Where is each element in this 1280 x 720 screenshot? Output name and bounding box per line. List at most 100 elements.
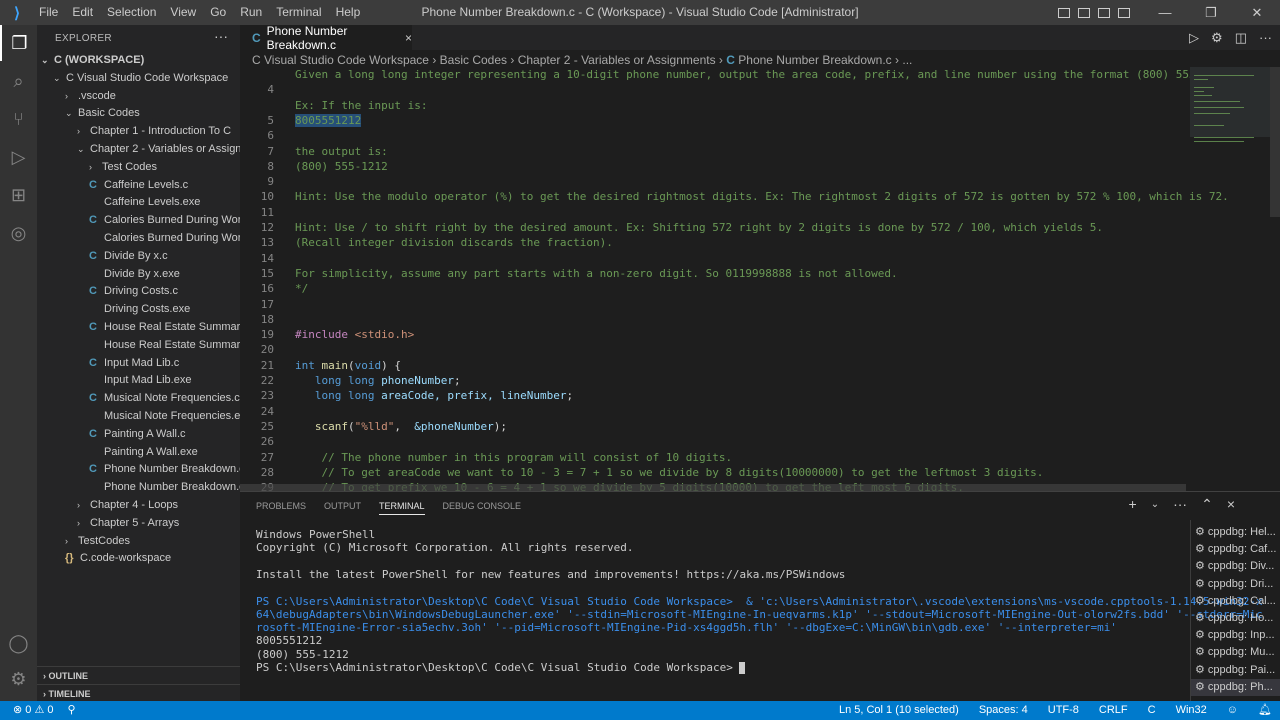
encoding[interactable]: UTF-8: [1048, 701, 1079, 720]
remote-explorer-icon[interactable]: ◎: [0, 215, 37, 251]
tree-item[interactable]: › Chapter 1 - Introduction To C: [37, 122, 240, 140]
tree-item[interactable]: ⌄ Chapter 2 - Variables or Assignm...: [37, 140, 240, 158]
problems-status[interactable]: ⊗ 0 ⚠ 0: [13, 701, 54, 720]
end-of-line[interactable]: CRLF: [1099, 701, 1128, 720]
tree-item[interactable]: C Input Mad Lib.c: [37, 354, 240, 372]
close-panel-icon[interactable]: ×: [1227, 496, 1235, 513]
breadcrumb-workspace[interactable]: C Visual Studio Code Workspace: [252, 53, 429, 67]
more-actions-icon[interactable]: ···: [1173, 496, 1187, 513]
terminal-list-item[interactable]: ⚙ cppdbg: Caf...: [1191, 541, 1280, 558]
tree-item[interactable]: C Driving Costs.c: [37, 282, 240, 300]
run-debug-file-icon[interactable]: ▷: [1189, 30, 1199, 46]
toggle-sidebar-icon[interactable]: [1058, 7, 1070, 18]
tree-item[interactable]: ⌄ Basic Codes: [37, 104, 240, 122]
tree-item[interactable]: C Painting A Wall.c: [37, 425, 240, 443]
tree-item[interactable]: Calories Burned During Workou...: [37, 229, 240, 247]
debug-icon[interactable]: ⚲: [68, 701, 76, 720]
menu-file[interactable]: File: [32, 0, 65, 25]
terminal-list-item[interactable]: ⚙ cppdbg: Mu...: [1191, 644, 1280, 661]
code-editor[interactable]: Given a long long integer representing a…: [240, 67, 1280, 491]
terminal-list-item[interactable]: ⚙ cppdbg: Div...: [1191, 558, 1280, 575]
code-line: (Recall integer division discards the fr…: [295, 236, 613, 249]
terminal-list-item[interactable]: ⚙ cppdbg: Dri...: [1191, 576, 1280, 593]
tree-item[interactable]: Phone Number Breakdown.exe: [37, 478, 240, 496]
more-actions-icon[interactable]: ···: [214, 28, 228, 44]
tree-item[interactable]: › TestCodes: [37, 532, 240, 550]
remote-indicator[interactable]: [0, 701, 9, 720]
customize-layout-icon[interactable]: [1118, 7, 1130, 18]
more-actions-icon[interactable]: ···: [1259, 30, 1272, 45]
minimap[interactable]: [1190, 67, 1270, 491]
menu-terminal[interactable]: Terminal: [269, 0, 328, 25]
tree-item[interactable]: Driving Costs.exe: [37, 300, 240, 318]
explorer-icon[interactable]: ❐: [0, 25, 37, 61]
tab-output[interactable]: OUTPUT: [324, 501, 361, 511]
terminal-list-item[interactable]: ⚙ cppdbg: Hel...: [1191, 524, 1280, 541]
tree-item[interactable]: › Chapter 4 - Loops: [37, 496, 240, 514]
tree-item[interactable]: C Calories Burned During Workou...: [37, 211, 240, 229]
search-icon[interactable]: ⌕: [0, 63, 37, 99]
breadcrumb-symbol[interactable]: ...: [902, 53, 912, 67]
terminal-list-item[interactable]: ⚙ cppdbg: Ho...: [1191, 610, 1280, 627]
settings-gear-icon[interactable]: ⚙: [0, 661, 37, 697]
terminal-list-item[interactable]: ⚙ cppdbg: Ph...: [1191, 678, 1280, 696]
menu-run[interactable]: Run: [233, 0, 269, 25]
account-icon[interactable]: ◯: [0, 625, 37, 661]
tree-item[interactable]: C Caffeine Levels.c: [37, 176, 240, 194]
tree-item[interactable]: Painting A Wall.exe: [37, 443, 240, 461]
editor-scrollbar[interactable]: [1270, 67, 1280, 217]
menu-go[interactable]: Go: [203, 0, 233, 25]
source-control-icon[interactable]: ⑂: [0, 101, 37, 137]
tree-item[interactable]: {} C.code-workspace: [37, 549, 240, 567]
language-mode[interactable]: C: [1148, 701, 1156, 720]
extensions-icon[interactable]: ⊞: [0, 177, 37, 213]
tree-item[interactable]: Musical Note Frequencies.exe: [37, 407, 240, 425]
menu-view[interactable]: View: [163, 0, 203, 25]
timeline-section[interactable]: › TIMELINE: [37, 684, 240, 702]
tree-item[interactable]: C Divide By x.c: [37, 247, 240, 265]
tree-item[interactable]: › Test Codes: [37, 158, 240, 176]
notifications-icon[interactable]: 🔔︎: [1258, 701, 1272, 720]
tab-terminal[interactable]: TERMINAL: [379, 497, 425, 515]
breadcrumb-chapter-2[interactable]: Chapter 2 - Variables or Assignments: [518, 53, 716, 67]
chevron-down-icon[interactable]: ⌄: [1151, 496, 1159, 513]
tree-item[interactable]: C House Real Estate Summary.c: [37, 318, 240, 336]
menu-help[interactable]: Help: [329, 0, 368, 25]
close-window-button[interactable]: ✕: [1234, 5, 1280, 21]
maximize-panel-icon[interactable]: ⌃: [1201, 496, 1213, 513]
minimize-button[interactable]: —: [1142, 5, 1188, 20]
tree-item[interactable]: House Real Estate Summary.exe: [37, 336, 240, 354]
tab-debug-console[interactable]: DEBUG CONSOLE: [443, 501, 522, 511]
close-tab-icon[interactable]: ×: [405, 31, 412, 45]
terminal-list-item[interactable]: ⚙ cppdbg: Pai...: [1191, 662, 1280, 679]
cursor-position[interactable]: Ln 5, Col 1 (10 selected): [839, 701, 959, 720]
tab-phone-number-breakdown[interactable]: C Phone Number Breakdown.c ×: [240, 24, 412, 52]
tree-item[interactable]: Input Mad Lib.exe: [37, 371, 240, 389]
platform-config[interactable]: Win32: [1176, 701, 1207, 720]
breadcrumb-file[interactable]: Phone Number Breakdown.c: [738, 53, 891, 67]
maximize-button[interactable]: ❐: [1188, 5, 1234, 21]
tree-item[interactable]: ⌄ C (WORKSPACE): [37, 51, 240, 69]
outline-section[interactable]: › OUTLINE: [37, 666, 240, 684]
editor-settings-icon[interactable]: ⚙: [1211, 30, 1223, 46]
run-debug-icon[interactable]: ▷: [0, 139, 37, 175]
feedback-icon[interactable]: ☺: [1227, 701, 1238, 720]
indentation[interactable]: Spaces: 4: [979, 701, 1028, 720]
toggle-panel-icon[interactable]: [1078, 7, 1090, 18]
tree-item[interactable]: › .vscode: [37, 87, 240, 105]
toggle-secondary-sidebar-icon[interactable]: [1098, 7, 1110, 18]
split-editor-icon[interactable]: ◫: [1235, 30, 1247, 46]
tree-item[interactable]: › Chapter 5 - Arrays: [37, 514, 240, 532]
menu-selection[interactable]: Selection: [100, 0, 163, 25]
tree-item[interactable]: Caffeine Levels.exe: [37, 193, 240, 211]
menu-edit[interactable]: Edit: [65, 0, 100, 25]
new-terminal-icon[interactable]: +: [1129, 496, 1137, 513]
terminal-list-item[interactable]: ⚙ cppdbg: Cal...: [1191, 593, 1280, 610]
tree-item[interactable]: C Phone Number Breakdown.c: [37, 460, 240, 478]
tree-item[interactable]: ⌄ C Visual Studio Code Workspace: [37, 69, 240, 87]
tab-problems[interactable]: PROBLEMS: [256, 501, 306, 511]
tree-item[interactable]: Divide By x.exe: [37, 265, 240, 283]
tree-item[interactable]: C Musical Note Frequencies.c: [37, 389, 240, 407]
breadcrumb-basic-codes[interactable]: Basic Codes: [440, 53, 507, 67]
terminal-list-item[interactable]: ⚙ cppdbg: Inp...: [1191, 627, 1280, 644]
